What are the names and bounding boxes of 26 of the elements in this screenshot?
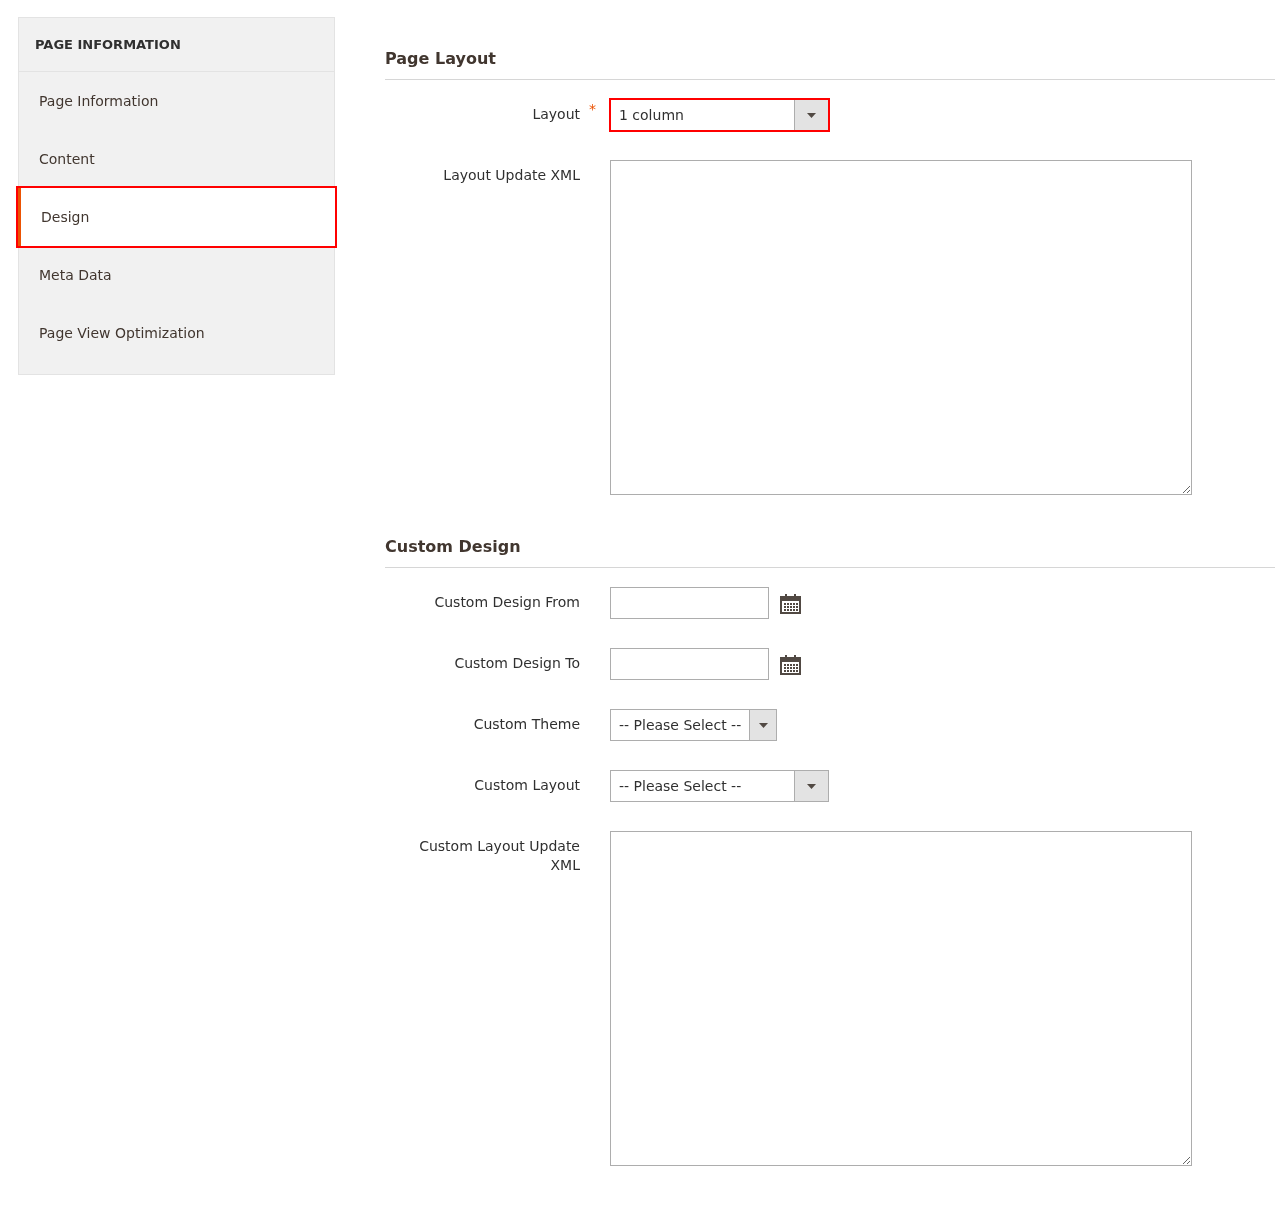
nav-item[interactable]: Page Information <box>19 72 334 130</box>
field-label: Custom Layout <box>473 776 580 795</box>
field-label: Custom Layout Update XML <box>418 837 580 875</box>
field-label: Layout Update XML <box>442 166 580 185</box>
nav-item[interactable]: Page View Optimization <box>19 304 334 362</box>
required-mark: * <box>588 100 597 119</box>
section-title: Page Layout <box>385 47 1275 80</box>
nav-item[interactable]: Meta Data <box>19 246 334 304</box>
select-field[interactable]: -- Please Select -- <box>610 770 829 802</box>
sidebar-title: PAGE INFORMATION <box>35 35 181 54</box>
calendar-icon[interactable] <box>780 653 801 675</box>
select-field[interactable]: -- Please Select -- <box>610 709 777 741</box>
select-field[interactable]: 1 column <box>610 99 829 131</box>
nav-item[interactable]: Content <box>19 130 334 188</box>
section-title: Custom Design <box>385 535 1275 568</box>
field-label: Layout <box>531 105 580 124</box>
date-input-field[interactable] <box>610 648 769 680</box>
field-label: Custom Theme <box>472 715 580 734</box>
caret-icon <box>807 112 816 118</box>
calendar-icon[interactable] <box>780 592 801 614</box>
field-label: Custom Design From <box>433 593 580 612</box>
date-input-field[interactable] <box>610 587 769 619</box>
caret-icon <box>758 722 768 728</box>
field-label: Custom Design To <box>453 654 580 673</box>
nav-item[interactable]: Design <box>18 188 335 246</box>
caret-icon <box>807 783 816 789</box>
